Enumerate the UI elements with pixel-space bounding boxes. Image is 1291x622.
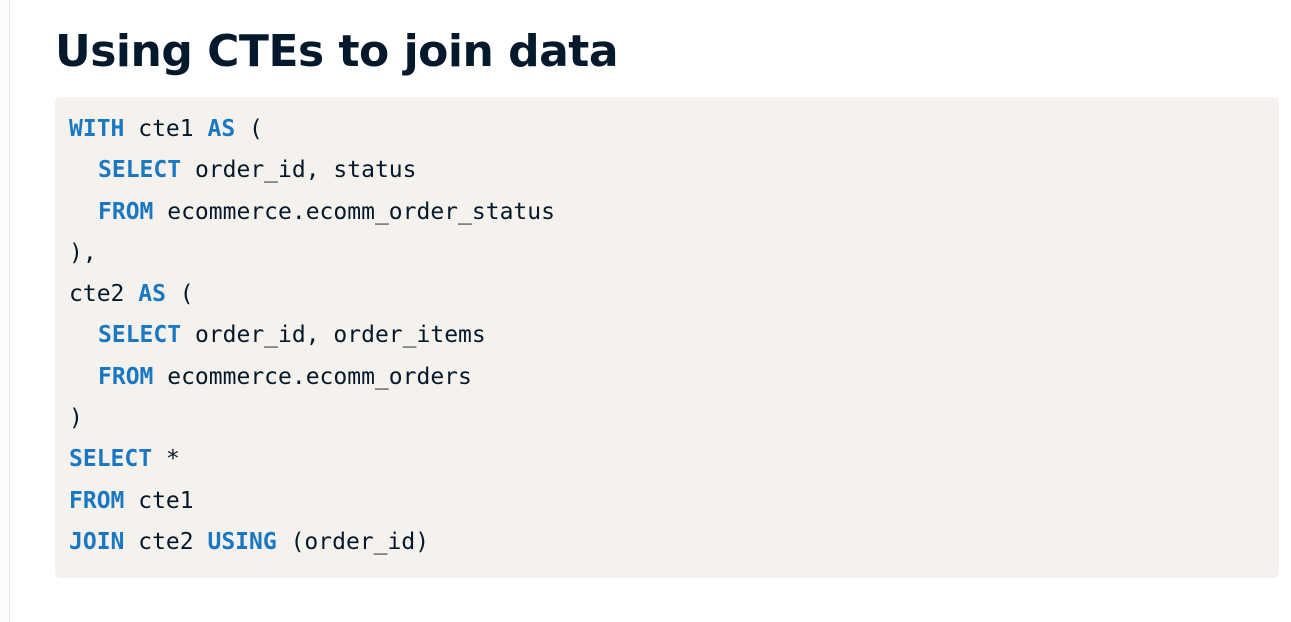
code-text: cte2: [69, 281, 139, 308]
code-line: SELECT order_id, order_items: [69, 315, 1279, 356]
code-text: ): [69, 405, 83, 432]
code-text: cte2: [124, 528, 208, 555]
code-text: ecommerce.ecomm_orders: [153, 363, 472, 390]
sql-keyword: SELECT: [69, 446, 153, 473]
code-line: FROM ecommerce.ecomm_orders: [69, 357, 1279, 398]
article-content: Using CTEs to join data WITH cte1 AS (SE…: [55, 0, 1279, 578]
page-title: Using CTEs to join data: [55, 26, 619, 77]
code-line: FROM ecommerce.ecomm_order_status: [69, 192, 1279, 233]
code-text: ),: [69, 239, 97, 266]
code-text: (order_id): [276, 528, 430, 555]
sql-keyword: JOIN: [69, 528, 125, 555]
code-line: SELECT *: [69, 439, 1279, 480]
sql-keyword: AS: [207, 116, 236, 142]
code-text: order_id, order_items: [181, 322, 486, 349]
code-line: SELECT order_id, status: [69, 150, 1279, 191]
left-panel-border: [0, 0, 10, 622]
code-text: cte1: [124, 116, 208, 142]
code-line: ),: [69, 233, 1279, 274]
code-line: cte2 AS (: [69, 274, 1279, 315]
code-line: JOIN cte2 USING (order_id): [69, 522, 1279, 563]
code-text: cte1: [124, 487, 194, 514]
sql-code-block[interactable]: WITH cte1 AS (SELECT order_id, status FRO…: [55, 97, 1279, 578]
sql-keyword: FROM: [98, 363, 154, 390]
code-line: FROM cte1: [69, 481, 1279, 522]
code-line: ): [69, 398, 1279, 439]
code-text: (: [165, 281, 194, 308]
code-line: WITH cte1 AS (: [69, 109, 1279, 150]
code-text: order_id, status: [181, 157, 417, 184]
sql-keyword: SELECT: [98, 322, 182, 349]
code-text: (: [235, 116, 263, 142]
sql-keyword: WITH: [69, 116, 125, 142]
sql-keyword: AS: [138, 281, 166, 308]
sql-keyword: FROM: [69, 487, 125, 514]
sql-keyword: SELECT: [98, 157, 182, 184]
sql-keyword: FROM: [98, 198, 154, 225]
code-text: ecommerce.ecomm_order_status: [153, 198, 555, 225]
code-text: *: [152, 446, 180, 473]
sql-keyword: USING: [207, 528, 277, 555]
